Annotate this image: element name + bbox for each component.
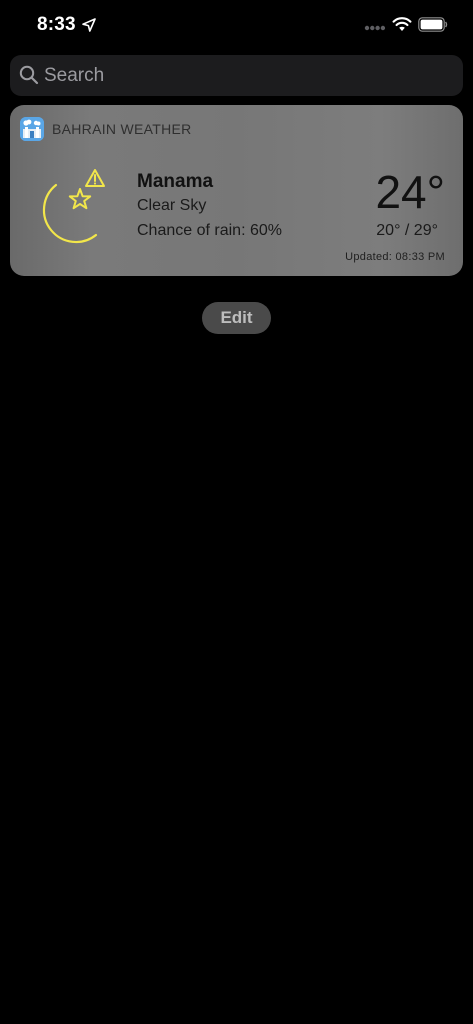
weather-condition: Clear Sky	[137, 197, 207, 214]
widget-header: BAHRAIN WEATHER	[10, 105, 463, 151]
location-arrow-icon	[82, 18, 96, 32]
status-bar: 8:33	[0, 0, 473, 50]
search-icon	[19, 65, 39, 85]
app-icon	[20, 117, 44, 141]
wifi-icon	[392, 17, 412, 31]
battery-icon	[418, 17, 448, 32]
updated-time: Updated: 08:33 PM	[345, 251, 445, 263]
city-name: Manama	[137, 171, 214, 192]
edit-button[interactable]: Edit	[202, 302, 271, 334]
status-time: 8:33	[37, 14, 76, 35]
moon-star-warning-icon	[42, 169, 105, 244]
search-bar[interactable]: Search	[10, 55, 463, 96]
rain-chance: Chance of rain: 60%	[137, 222, 282, 239]
cellular-signal-icon	[364, 25, 386, 31]
weather-widget[interactable]: BAHRAIN WEATHER Manama Clear Sky Chance …	[10, 105, 463, 276]
current-temperature: 24°	[375, 166, 445, 218]
app-name: BAHRAIN WEATHER	[52, 121, 192, 137]
search-placeholder[interactable]: Search	[44, 65, 104, 87]
temperature-range: 20° / 29°	[376, 222, 438, 239]
